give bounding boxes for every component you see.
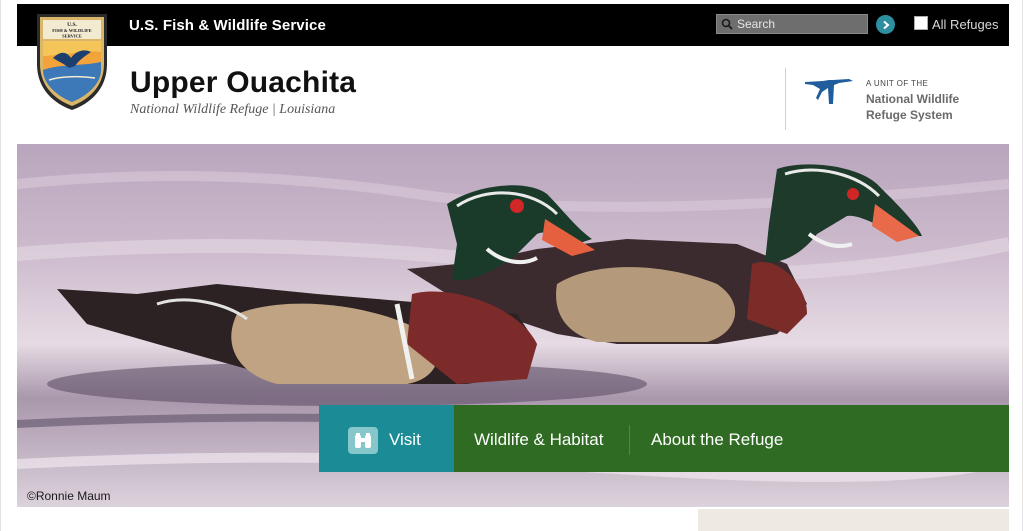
all-refuges-checkbox[interactable]	[914, 16, 928, 30]
chevron-right-icon	[882, 20, 890, 29]
nav-label-visit: Visit	[389, 430, 421, 449]
binoculars-icon	[348, 427, 378, 454]
site-title[interactable]: Upper Ouachita	[130, 66, 356, 100]
site-header: Upper Ouachita National Wildlife Refuge …	[17, 46, 1009, 144]
top-bar: U.S. Fish & Wildlife Service All Refuges	[17, 4, 1009, 46]
nwrs-unit-label: A UNIT OF THE	[866, 79, 929, 88]
nav-item-wildlife-habitat[interactable]: Wildlife & Habitat	[474, 430, 603, 450]
nav-divider	[629, 425, 630, 455]
nav-item-about-refuge[interactable]: About the Refuge	[651, 430, 783, 450]
blue-goose-icon[interactable]	[803, 76, 855, 106]
search-go-button[interactable]	[876, 15, 895, 34]
nwrs-line-1: National Wildlife	[866, 92, 960, 106]
svg-text:FISH & WILDLIFE: FISH & WILDLIFE	[52, 28, 91, 33]
page: U.S. Fish & Wildlife Service All Refuges…	[0, 0, 1023, 531]
content-panel-edge	[698, 509, 1009, 531]
photo-credit: ©Ronnie Maum	[27, 489, 111, 503]
nwrs-line-2: Refuge System	[866, 108, 953, 122]
search-icon	[717, 15, 737, 33]
all-refuges-label[interactable]: All Refuges	[932, 17, 998, 32]
nwrs-name[interactable]: National Wildlife Refuge System	[866, 91, 986, 123]
main-navigation: Visit Wildlife & Habitat About the Refug…	[319, 405, 1009, 472]
search-box[interactable]	[716, 14, 868, 34]
search-input[interactable]	[737, 15, 863, 33]
agency-name-link[interactable]: U.S. Fish & Wildlife Service	[129, 17, 326, 34]
svg-text:SERVICE: SERVICE	[62, 34, 82, 39]
nav-green-bar: Wildlife & Habitat About the Refuge	[454, 405, 1009, 472]
site-subtitle: National Wildlife Refuge | Louisiana	[130, 102, 336, 117]
nav-item-visit[interactable]: Visit	[319, 405, 454, 472]
header-divider	[785, 68, 786, 130]
usfws-shield-logo[interactable]: U.S. FISH & WILDLIFE SERVICE	[31, 12, 113, 112]
